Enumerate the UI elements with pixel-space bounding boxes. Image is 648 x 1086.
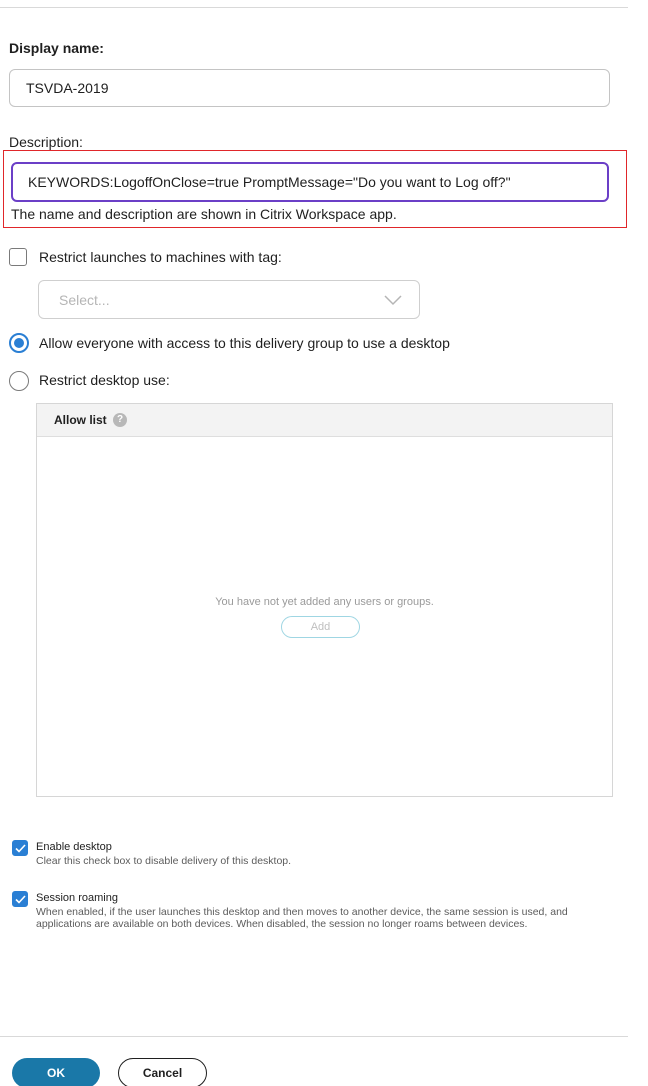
tag-select-placeholder: Select...: [59, 292, 110, 308]
allow-list-title: Allow list: [54, 413, 107, 427]
description-hint: The name and description are shown in Ci…: [11, 206, 397, 222]
allow-everyone-radio[interactable]: [9, 333, 29, 353]
restrict-tag-label: Restrict launches to machines with tag:: [39, 249, 282, 265]
checkmark-icon: [14, 894, 26, 904]
ok-button[interactable]: OK: [12, 1058, 100, 1086]
allow-list-panel: Allow list ? You have not yet added any …: [36, 403, 613, 797]
help-icon[interactable]: ?: [113, 413, 127, 427]
enable-desktop-checkbox[interactable]: [12, 840, 28, 856]
chevron-down-icon: [384, 293, 402, 311]
restrict-tag-checkbox[interactable]: [9, 248, 27, 266]
checkmark-icon: [14, 843, 26, 853]
top-divider: [0, 7, 628, 8]
allow-everyone-label: Allow everyone with access to this deliv…: [39, 335, 450, 351]
tag-select[interactable]: Select...: [38, 280, 420, 319]
add-button[interactable]: Add: [281, 616, 360, 638]
description-input[interactable]: [11, 162, 609, 202]
session-roaming-checkbox[interactable]: [12, 891, 28, 907]
allow-list-header: Allow list ?: [37, 404, 612, 437]
display-name-label: Display name:: [9, 40, 104, 56]
enable-desktop-description: Clear this check box to disable delivery…: [36, 855, 292, 867]
description-label: Description:: [9, 134, 83, 150]
display-name-input[interactable]: [9, 69, 610, 107]
cancel-button[interactable]: Cancel: [118, 1058, 207, 1086]
allow-list-empty-message: You have not yet added any users or grou…: [215, 596, 434, 608]
session-roaming-title: Session roaming: [36, 892, 118, 904]
restrict-desktop-label: Restrict desktop use:: [39, 372, 170, 388]
restrict-desktop-radio[interactable]: [9, 371, 29, 391]
bottom-divider: [0, 1036, 628, 1037]
enable-desktop-title: Enable desktop: [36, 841, 112, 853]
session-roaming-description: When enabled, if the user launches this …: [36, 906, 568, 930]
